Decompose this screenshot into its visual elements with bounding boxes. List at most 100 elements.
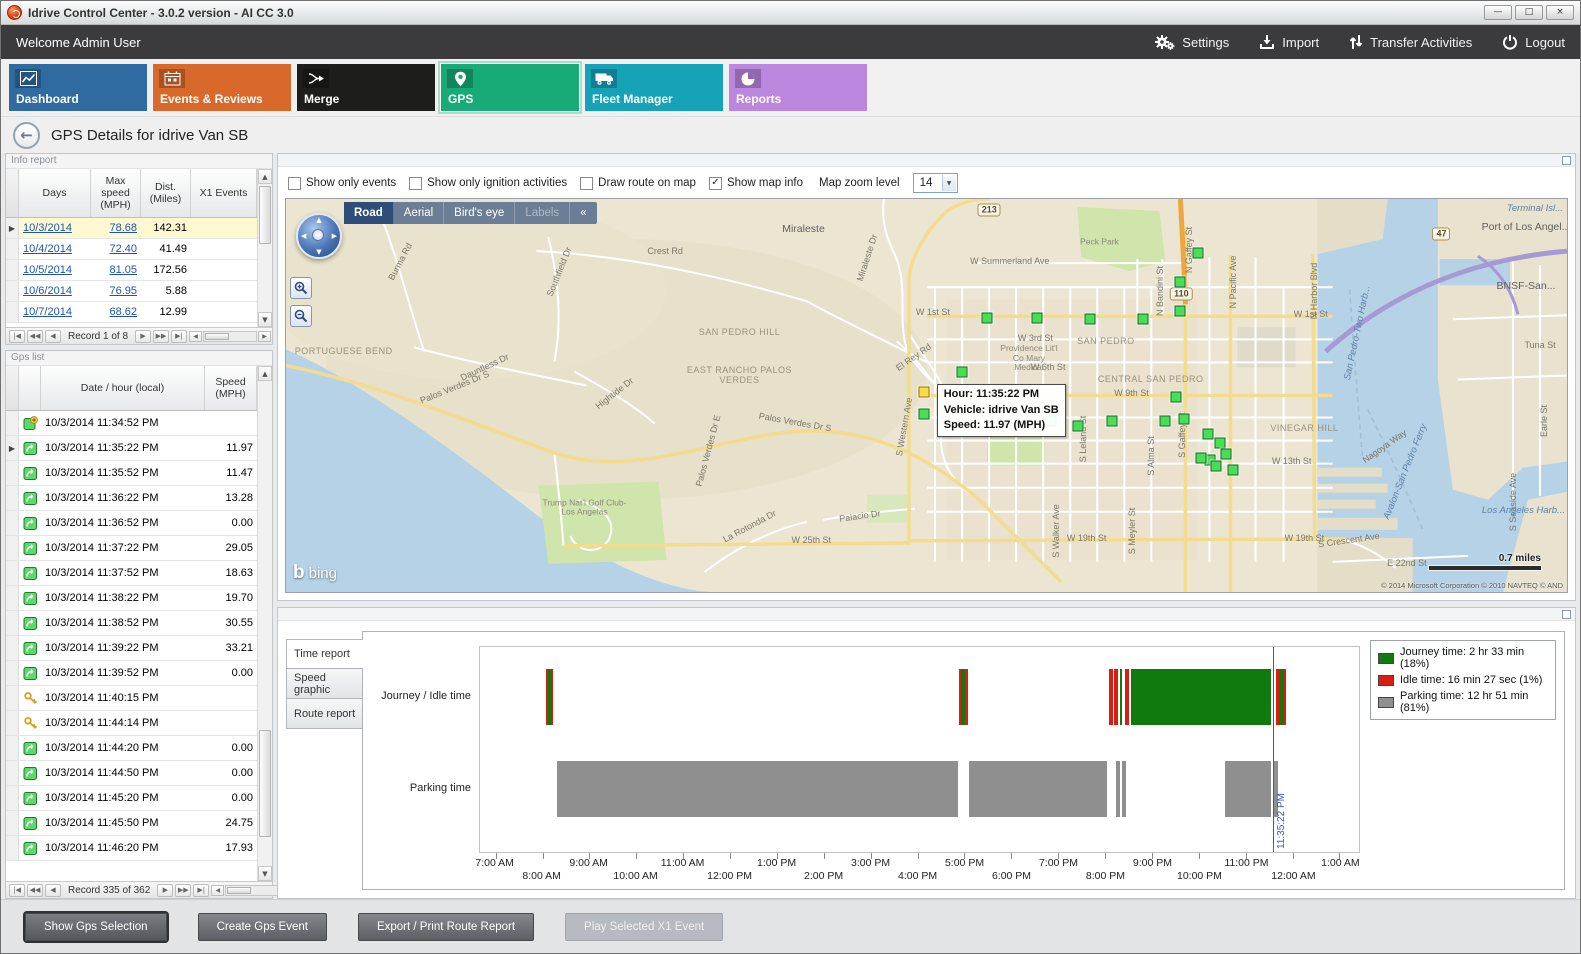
gps-list-row[interactable]: 10/3/2014 11:36:52 PM0.00 <box>6 511 257 536</box>
info-report-row[interactable]: 10/4/201472.4041.49 <box>6 239 257 260</box>
pager-fast-next-button[interactable]: ▶▶ <box>175 884 191 897</box>
gps-list-row[interactable]: 10/3/2014 11:44:20 PM0.00 <box>6 736 257 761</box>
column-date-hour[interactable]: Date / hour (local) <box>41 366 205 410</box>
pager-hscroll[interactable]: ◀▶ <box>189 331 271 342</box>
import-button[interactable]: Import <box>1259 34 1319 50</box>
selected-gps-marker[interactable] <box>918 387 929 398</box>
scroll-up-icon[interactable]: ▲ <box>258 366 272 381</box>
gps-marker[interactable] <box>1214 437 1225 448</box>
pan-west-icon[interactable]: ◀ <box>301 232 306 240</box>
max-speed-link[interactable]: 78.68 <box>109 222 137 234</box>
column-dist[interactable]: Dist. (Miles) <box>141 169 191 217</box>
zoom-in-button[interactable] <box>290 277 312 299</box>
gps-marker[interactable] <box>1175 306 1186 317</box>
pan-south-icon[interactable]: ▼ <box>316 248 321 256</box>
pager-prev-button[interactable]: ◀ <box>45 884 61 897</box>
gps-list-row[interactable]: 10/3/2014 11:36:22 PM13.28 <box>6 486 257 511</box>
map-view-labels-button[interactable]: Labels <box>515 202 570 224</box>
gps-marker[interactable] <box>1031 313 1042 324</box>
gps-marker[interactable] <box>1175 277 1186 288</box>
back-button[interactable]: ← <box>13 122 40 149</box>
gps-list-row[interactable]: 10/3/2014 11:40:15 PM <box>6 686 257 711</box>
day-link[interactable]: 10/7/2014 <box>23 306 72 318</box>
day-link[interactable]: 10/3/2014 <box>23 222 72 234</box>
scroll-left-icon[interactable]: ◀ <box>211 885 224 896</box>
info-report-row[interactable]: 10/6/201476.955.88 <box>6 281 257 302</box>
close-button[interactable]: × <box>1546 5 1574 20</box>
checkbox-show-only-events[interactable]: Show only events <box>288 177 396 190</box>
gps-list-row[interactable]: 10/3/2014 11:38:52 PM30.55 <box>6 611 257 636</box>
gps-marker[interactable] <box>1107 416 1118 427</box>
map-canvas[interactable]: MiralestePeck ParkW Summerland AveW 1st … <box>285 198 1568 593</box>
export-print-route-report-button[interactable]: Export / Print Route Report <box>358 913 534 941</box>
info-report-row[interactable]: 10/5/201481.05172.56 <box>6 260 257 281</box>
max-speed-link[interactable]: 68.62 <box>109 306 137 318</box>
info-report-row[interactable]: ▶10/3/201478.68142.31 <box>6 218 257 239</box>
tab-dashboard[interactable]: Dashboard <box>9 64 147 111</box>
gps-marker[interactable] <box>1072 420 1083 431</box>
tab-gps[interactable]: GPS <box>441 64 579 111</box>
day-link[interactable]: 10/5/2014 <box>23 264 72 276</box>
minimize-button[interactable]: — <box>1484 5 1512 20</box>
pager-prev-button[interactable]: ◀ <box>45 330 61 343</box>
map-compass[interactable]: ▲ ▼ ◀ ▶ <box>296 213 342 259</box>
show-gps-selection-button[interactable]: Show Gps Selection <box>25 913 167 941</box>
map-view-road-button[interactable]: Road <box>344 202 394 224</box>
gps-marker[interactable] <box>1227 464 1238 475</box>
gps-list-row[interactable]: ▶10/3/2014 11:35:22 PM11.97 <box>6 436 257 461</box>
map-zoom-select[interactable]: 14 ▼ <box>913 173 958 193</box>
day-link[interactable]: 10/6/2014 <box>23 285 72 297</box>
checkbox-show-map-info[interactable]: ✓Show map info <box>709 177 803 190</box>
gps-list-row[interactable]: 10/3/2014 11:44:14 PM <box>6 711 257 736</box>
scroll-thumb[interactable] <box>259 186 271 244</box>
map-view-aerial-button[interactable]: Aerial <box>394 202 444 224</box>
tab-reports[interactable]: Reports <box>729 64 867 111</box>
scroll-down-icon[interactable]: ▼ <box>258 866 272 881</box>
scroll-down-icon[interactable]: ▼ <box>258 312 272 327</box>
max-speed-link[interactable]: 81.05 <box>109 264 137 276</box>
gps-list-row[interactable]: 10/3/2014 11:38:22 PM19.70 <box>6 586 257 611</box>
gps-list-row[interactable]: 10/3/2014 11:45:50 PM24.75 <box>6 811 257 836</box>
gps-list-row[interactable]: 10/3/2014 11:37:52 PM18.63 <box>6 561 257 586</box>
scroll-thumb[interactable] <box>205 333 229 340</box>
gps-marker[interactable] <box>1178 413 1189 424</box>
column-speed[interactable]: Speed (MPH) <box>205 366 257 410</box>
gps-list-row[interactable]: 10/3/2014 11:37:22 PM29.05 <box>6 536 257 561</box>
chart-panel-collapse-icon[interactable] <box>1562 610 1571 619</box>
max-speed-link[interactable]: 72.40 <box>109 243 137 255</box>
gps-marker[interactable] <box>1171 392 1182 403</box>
pager-next-button[interactable]: ▶ <box>157 884 173 897</box>
transfer-activities-button[interactable]: Transfer Activities <box>1349 34 1472 50</box>
tab-merge[interactable]: Merge <box>297 64 435 111</box>
maximize-button[interactable]: □ <box>1515 5 1543 20</box>
gps-list-row[interactable]: 10/3/2014 11:46:20 PM17.93 <box>6 836 257 861</box>
scroll-thumb[interactable] <box>259 730 271 837</box>
chart-tab-speed-graphic[interactable]: Speed graphic <box>286 669 362 699</box>
map-panel-collapse-icon[interactable] <box>1562 156 1571 165</box>
gps-marker[interactable] <box>1195 452 1206 463</box>
checkbox-draw-route-on-map[interactable]: Draw route on map <box>580 177 696 190</box>
settings-button[interactable]: Settings <box>1155 34 1229 51</box>
map-view--button[interactable]: « <box>570 202 596 224</box>
pan-east-icon[interactable]: ▶ <box>332 232 337 240</box>
max-speed-link[interactable]: 76.95 <box>109 285 137 297</box>
scroll-thumb[interactable] <box>227 887 251 894</box>
gps-marker[interactable] <box>981 313 992 324</box>
gps-marker[interactable] <box>957 366 968 377</box>
logout-button[interactable]: Logout <box>1502 34 1565 50</box>
gps-list-row[interactable]: 10/3/2014 11:34:52 PM <box>6 411 257 436</box>
pager-next-button[interactable]: ▶ <box>135 330 151 343</box>
gps-marker[interactable] <box>1085 314 1096 325</box>
scroll-right-icon[interactable]: ▶ <box>258 331 271 342</box>
gps-list-row[interactable]: 10/3/2014 11:44:50 PM0.00 <box>6 761 257 786</box>
gps-marker[interactable] <box>1137 314 1148 325</box>
gps-marker[interactable] <box>1203 428 1214 439</box>
gps-list-row[interactable]: 10/3/2014 11:35:52 PM11.47 <box>6 461 257 486</box>
column-x1-events[interactable]: X1 Events <box>191 169 257 217</box>
tab-fleet-manager[interactable]: Fleet Manager <box>585 64 723 111</box>
gps-marker[interactable] <box>1159 415 1170 426</box>
gps-list-row[interactable]: 10/3/2014 11:45:20 PM0.00 <box>6 786 257 811</box>
create-gps-event-button[interactable]: Create Gps Event <box>198 913 327 941</box>
chart-tab-time-report[interactable]: Time report <box>286 639 363 669</box>
zoom-out-button[interactable] <box>290 305 312 327</box>
